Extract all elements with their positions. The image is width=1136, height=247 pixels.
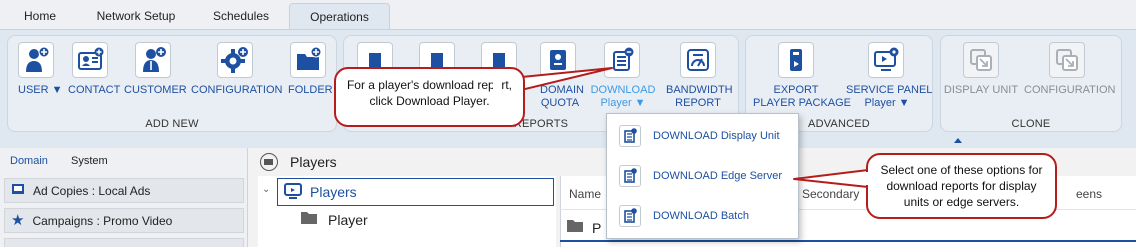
callout-right-text: Select one of these options for download… (880, 163, 1043, 209)
callout-right-pointer (793, 169, 869, 188)
callout-top-join (493, 82, 501, 95)
callout-top-text: For a player's download report, click Do… (346, 78, 513, 108)
callout-top: For a player's download report, click Do… (334, 67, 525, 127)
callout-right: Select one of these options for download… (866, 153, 1057, 219)
callout-right-join (866, 172, 872, 185)
